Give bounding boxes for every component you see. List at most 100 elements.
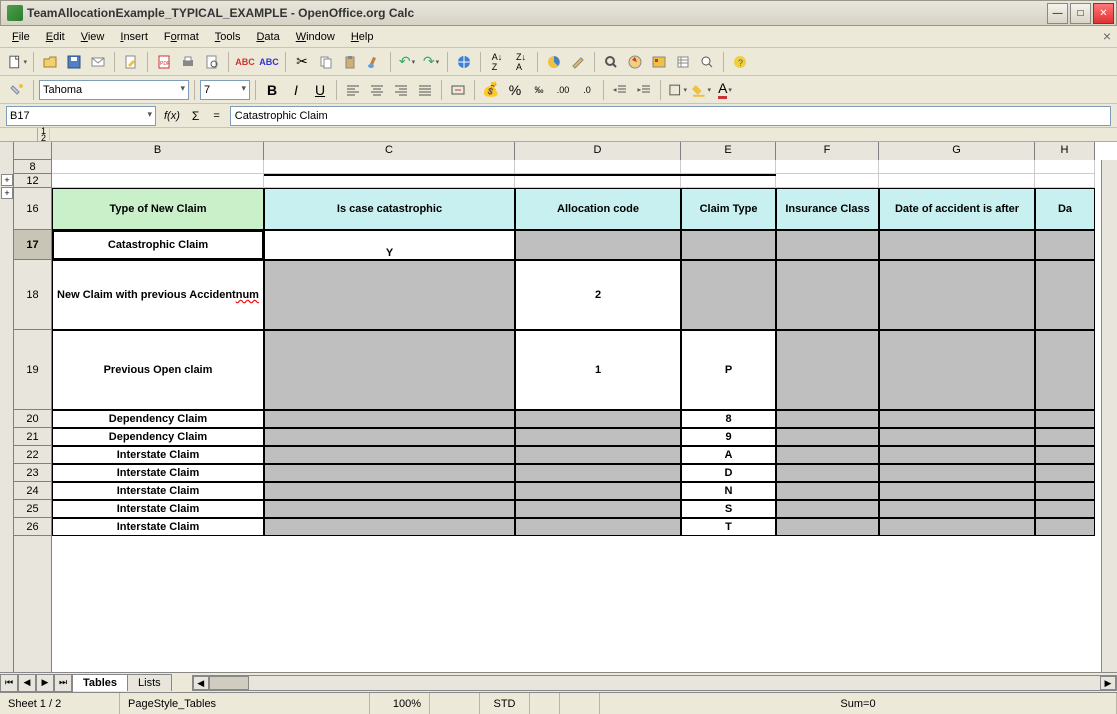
cell-B16[interactable]: Type of New Claim — [52, 188, 264, 230]
cell-F20[interactable] — [776, 410, 879, 428]
cell-F16[interactable]: Insurance Class — [776, 188, 879, 230]
cell-H24[interactable] — [1035, 482, 1095, 500]
row-header-12[interactable]: 12 — [14, 174, 51, 188]
cell-D12[interactable] — [515, 174, 681, 188]
copy-button[interactable] — [315, 51, 337, 73]
cell-B19[interactable]: Previous Open claim — [52, 330, 264, 410]
cell-G23[interactable] — [879, 464, 1035, 482]
undo-button[interactable]: ↶ — [396, 51, 418, 73]
sort-desc-button[interactable]: Z↓A — [510, 51, 532, 73]
cell-D17[interactable] — [515, 230, 681, 260]
cell-F21[interactable] — [776, 428, 879, 446]
align-left-button[interactable] — [342, 79, 364, 101]
cell-C26[interactable] — [264, 518, 515, 536]
cell-B12[interactable] — [52, 174, 264, 188]
status-pagestyle[interactable]: PageStyle_Tables — [120, 693, 370, 714]
menu-data[interactable]: Data — [248, 29, 287, 45]
cell-C23[interactable] — [264, 464, 515, 482]
cell-C18[interactable] — [264, 260, 515, 330]
cell-B18[interactable]: New Claim with previous Accidentnum — [52, 260, 264, 330]
standard-format-button[interactable]: ‰ — [528, 79, 550, 101]
print-preview-button[interactable] — [201, 51, 223, 73]
cell-G22[interactable] — [879, 446, 1035, 464]
background-color-button[interactable] — [690, 79, 712, 101]
row-header-18[interactable]: 18 — [14, 260, 51, 330]
cell-B24[interactable]: Interstate Claim — [52, 482, 264, 500]
cell-D23[interactable] — [515, 464, 681, 482]
cell-B23[interactable]: Interstate Claim — [52, 464, 264, 482]
status-sum[interactable]: Sum=0 — [600, 693, 1117, 714]
cell-G26[interactable] — [879, 518, 1035, 536]
select-all-corner[interactable] — [14, 142, 52, 160]
help-button[interactable]: ? — [729, 51, 751, 73]
cell-G24[interactable] — [879, 482, 1035, 500]
save-button[interactable] — [63, 51, 85, 73]
cell-C16[interactable]: Is case catastrophic — [264, 188, 515, 230]
status-insert-mode[interactable] — [430, 693, 480, 714]
italic-button[interactable]: I — [285, 79, 307, 101]
find-button[interactable] — [600, 51, 622, 73]
cell-E20[interactable]: 8 — [681, 410, 776, 428]
percent-button[interactable]: % — [504, 79, 526, 101]
cell-C21[interactable] — [264, 428, 515, 446]
cell-G8[interactable] — [879, 160, 1035, 174]
cell-H22[interactable] — [1035, 446, 1095, 464]
cell-G16[interactable]: Date of accident is after — [879, 188, 1035, 230]
column-header-C[interactable]: C — [264, 142, 515, 160]
cell-G12[interactable] — [879, 174, 1035, 188]
cell-H20[interactable] — [1035, 410, 1095, 428]
cell-E12[interactable] — [681, 174, 776, 188]
cell-D21[interactable] — [515, 428, 681, 446]
cell-G19[interactable] — [879, 330, 1035, 410]
cell-D18[interactable]: 2 — [515, 260, 681, 330]
zoom-button[interactable] — [696, 51, 718, 73]
cell-E23[interactable]: D — [681, 464, 776, 482]
row-header-19[interactable]: 19 — [14, 330, 51, 410]
row-header-21[interactable]: 21 — [14, 428, 51, 446]
status-selection-mode[interactable]: STD — [480, 693, 530, 714]
decrease-indent-button[interactable] — [609, 79, 631, 101]
increase-indent-button[interactable] — [633, 79, 655, 101]
cell-F26[interactable] — [776, 518, 879, 536]
font-size-combo[interactable] — [200, 80, 250, 100]
cell-D26[interactable] — [515, 518, 681, 536]
row-header-25[interactable]: 25 — [14, 500, 51, 518]
menu-file[interactable]: File — [4, 29, 38, 45]
cell-B22[interactable]: Interstate Claim — [52, 446, 264, 464]
hyperlink-button[interactable] — [453, 51, 475, 73]
autospell-button[interactable]: ABC — [258, 51, 280, 73]
column-header-F[interactable]: F — [776, 142, 879, 160]
hscroll-thumb[interactable] — [209, 676, 249, 690]
cell-E8[interactable] — [681, 160, 776, 174]
bold-button[interactable]: B — [261, 79, 283, 101]
hscroll-left[interactable]: ◀ — [193, 676, 209, 690]
menu-window[interactable]: Window — [288, 29, 343, 45]
cell-E17[interactable] — [681, 230, 776, 260]
close-button[interactable]: ✕ — [1093, 3, 1114, 24]
cell-G17[interactable] — [879, 230, 1035, 260]
cell-D24[interactable] — [515, 482, 681, 500]
cell-F18[interactable] — [776, 260, 879, 330]
cell-F25[interactable] — [776, 500, 879, 518]
sheet-tab-tables[interactable]: Tables — [72, 674, 128, 691]
align-right-button[interactable] — [390, 79, 412, 101]
currency-button[interactable]: 💰 — [480, 79, 502, 101]
spellcheck-button[interactable]: ABC — [234, 51, 256, 73]
email-button[interactable] — [87, 51, 109, 73]
row-header-8[interactable]: 8 — [14, 160, 51, 174]
styles-button[interactable] — [6, 79, 28, 101]
menu-tools[interactable]: Tools — [207, 29, 249, 45]
cell-E18[interactable] — [681, 260, 776, 330]
cell-B8[interactable] — [52, 160, 264, 174]
hscroll-right[interactable]: ▶ — [1100, 676, 1116, 690]
redo-button[interactable]: ↷ — [420, 51, 442, 73]
cell-D25[interactable] — [515, 500, 681, 518]
cell-D19[interactable]: 1 — [515, 330, 681, 410]
delete-decimal-button[interactable]: .0 — [576, 79, 598, 101]
menu-format[interactable]: Format — [156, 29, 207, 45]
cell-C12[interactable] — [264, 174, 515, 188]
document-close-button[interactable]: × — [1103, 28, 1111, 44]
row-header-16[interactable]: 16 — [14, 188, 51, 230]
cell-H21[interactable] — [1035, 428, 1095, 446]
print-button[interactable] — [177, 51, 199, 73]
